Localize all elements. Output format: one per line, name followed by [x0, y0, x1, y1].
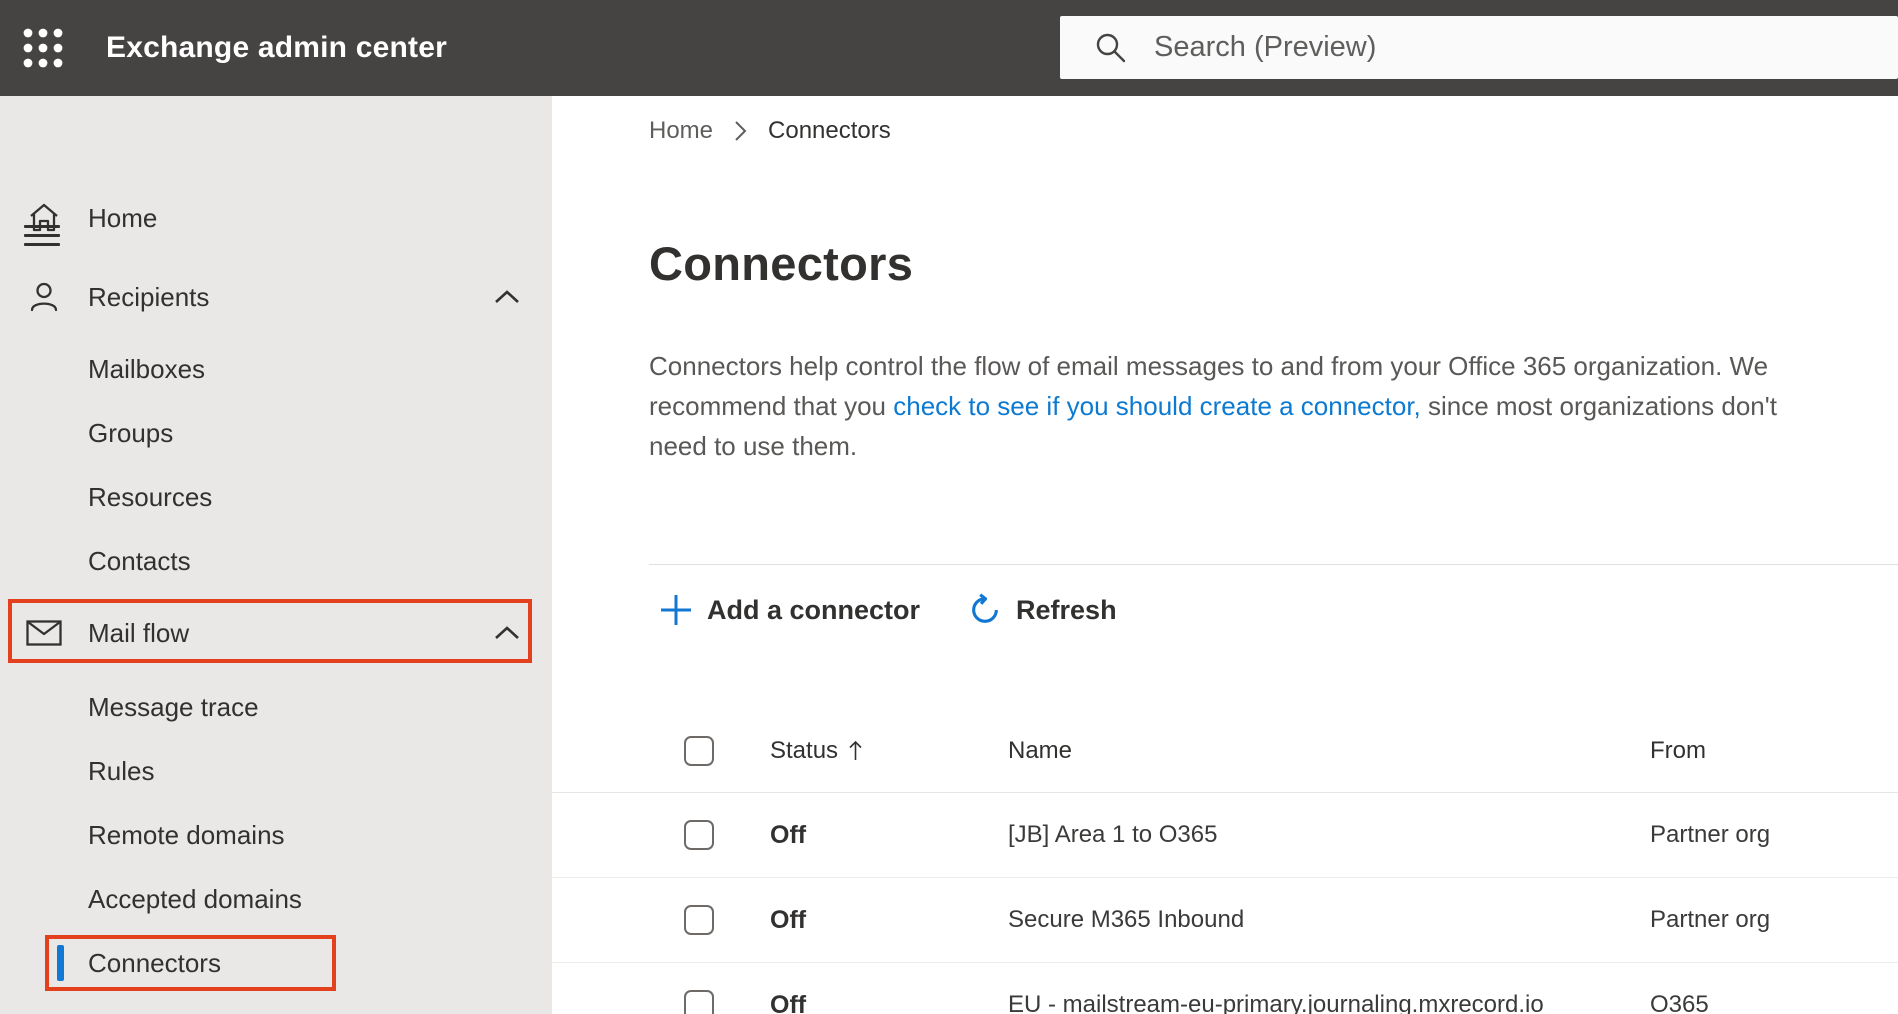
left-navigation: Home Recipients Mailboxes Groups Resourc… [0, 96, 552, 1014]
row-checkbox[interactable] [684, 820, 714, 850]
breadcrumb-home-link[interactable]: Home [649, 117, 713, 145]
search-input[interactable] [1154, 31, 1754, 64]
mail-icon [24, 613, 64, 653]
chevron-right-icon [735, 121, 747, 141]
sidebar-item-label: Rules [88, 755, 155, 786]
sidebar-item-home[interactable]: Home [0, 186, 552, 250]
chevron-up-icon [492, 282, 522, 312]
home-icon [24, 198, 64, 238]
sidebar-item-label: Remote domains [88, 819, 285, 850]
column-header-name[interactable]: Name [1008, 737, 1650, 765]
table-row[interactable]: Off EU - mailstream-eu-primary.journalin… [552, 963, 1898, 1014]
add-connector-button[interactable]: Add a connector [649, 587, 930, 633]
description-text: since most organizations don't [1420, 391, 1777, 421]
column-header-label: Name [1008, 737, 1073, 764]
waffle-icon [23, 28, 63, 68]
main-content: Home Connectors Connectors Connectors he… [552, 96, 1898, 1014]
sidebar-item-label: Home [88, 202, 158, 233]
sidebar-item-groups[interactable]: Groups [0, 401, 552, 465]
sidebar-item-label: Groups [88, 417, 174, 448]
sidebar-item-label: Connectors [88, 947, 221, 978]
sidebar-item-rules[interactable]: Rules [0, 739, 552, 803]
page-description: Connectors help control the flow of emai… [649, 346, 1889, 466]
sidebar-item-contacts[interactable]: Contacts [0, 529, 552, 593]
name-cell: [JB] Area 1 to O365 [1008, 821, 1218, 848]
person-icon [24, 277, 64, 317]
sidebar-item-mail-flow[interactable]: Mail flow [0, 601, 552, 665]
column-header-label: Status [770, 737, 839, 764]
column-header-label: From [1650, 737, 1706, 764]
table-header-row: Status Name From [552, 710, 1898, 793]
command-bar: Add a connector Refresh [649, 580, 1127, 640]
section-divider [649, 564, 1898, 565]
sidebar-item-label: Message trace [88, 691, 259, 722]
sidebar-item-label: Contacts [88, 545, 191, 576]
plus-icon [659, 593, 693, 627]
description-text: Connectors help control the flow of emai… [649, 351, 1769, 381]
refresh-button[interactable]: Refresh [958, 587, 1127, 633]
refresh-icon [968, 593, 1002, 627]
description-text: recommend that you [649, 391, 894, 421]
status-cell: Off [770, 905, 807, 934]
chevron-up-icon [492, 618, 522, 648]
select-all-checkbox[interactable] [684, 736, 714, 766]
sidebar-item-recipients[interactable]: Recipients [0, 265, 552, 329]
page-title: Connectors [649, 237, 914, 290]
sidebar-item-label: Recipients [88, 281, 210, 312]
from-cell: O365 [1650, 991, 1709, 1014]
row-checkbox[interactable] [684, 905, 714, 935]
from-cell: Partner org [1650, 906, 1771, 933]
sidebar-item-resources[interactable]: Resources [0, 465, 552, 529]
sidebar-item-label: Accepted domains [88, 883, 302, 914]
table-row[interactable]: Off Secure M365 Inbound Partner org [552, 878, 1898, 963]
sidebar-item-label: Mailboxes [88, 353, 206, 384]
refresh-label: Refresh [1016, 594, 1117, 625]
status-cell: Off [770, 990, 807, 1014]
row-checkbox[interactable] [684, 990, 714, 1014]
breadcrumb: Home Connectors [649, 117, 891, 145]
create-connector-check-link[interactable]: check to see if you should create a conn… [893, 391, 1421, 421]
search-box[interactable] [1060, 16, 1898, 79]
sidebar-item-label: Resources [88, 481, 213, 512]
search-icon [1096, 33, 1126, 62]
breadcrumb-current: Connectors [768, 117, 891, 144]
top-app-bar: Exchange admin center [0, 0, 1898, 96]
sidebar-item-mailboxes[interactable]: Mailboxes [0, 337, 552, 401]
from-cell: Partner org [1650, 821, 1771, 848]
sidebar-item-remote-domains[interactable]: Remote domains [0, 803, 552, 867]
sidebar-item-connectors[interactable]: Connectors [0, 931, 552, 995]
add-connector-label: Add a connector [707, 594, 921, 625]
selected-indicator [57, 945, 64, 981]
app-launcher-button[interactable] [12, 16, 74, 80]
name-cell: EU - mailstream-eu-primary.journaling.mx… [1008, 991, 1544, 1014]
column-header-from[interactable]: From [1650, 737, 1898, 765]
app-title: Exchange admin center [106, 31, 447, 64]
table-row[interactable]: Off [JB] Area 1 to O365 Partner org [552, 793, 1898, 878]
sidebar-item-message-trace[interactable]: Message trace [0, 675, 552, 739]
sidebar-item-accepted-domains[interactable]: Accepted domains [0, 867, 552, 931]
arrow-up-icon [849, 740, 862, 760]
status-cell: Off [770, 820, 807, 849]
name-cell: Secure M365 Inbound [1008, 906, 1245, 933]
description-text: need to use them. [649, 431, 858, 461]
column-header-status[interactable]: Status [770, 737, 1008, 765]
sidebar-item-label: Mail flow [88, 617, 190, 648]
